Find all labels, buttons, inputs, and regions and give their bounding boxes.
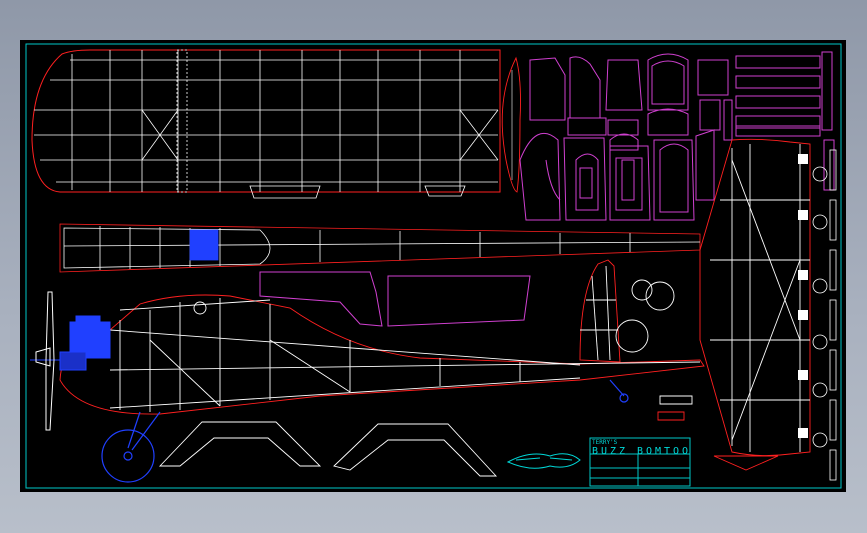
engine-mount-top: [189, 229, 219, 261]
wing-outline: [31, 49, 501, 193]
fuselage-side-view: [59, 294, 705, 415]
stab-hinges: [798, 154, 808, 438]
side-panels: [259, 271, 531, 327]
airfoil-profile: [501, 56, 521, 193]
title-name: BUZZ BOMTOO: [592, 446, 688, 457]
wing-dowel: [193, 301, 207, 315]
engine-assembly: [30, 315, 111, 371]
wing-ribs: [71, 50, 461, 192]
cad-viewport[interactable]: TERRY'S BUZZ BOMTOO: [20, 40, 846, 492]
fuselage-top-view: [59, 223, 701, 273]
wing-plan: [31, 49, 501, 199]
horizontal-stabilizer: [699, 138, 811, 471]
former-parts: [519, 51, 835, 221]
templates: [158, 395, 693, 477]
main-wheel: [101, 429, 155, 483]
logo: [506, 453, 581, 469]
stab-round-parts: [812, 149, 837, 481]
fuselage-outline: [59, 294, 705, 415]
plan-drawing: TERRY'S BUZZ BOMTOO: [25, 43, 842, 489]
title-line1: TERRY'S: [592, 439, 618, 446]
propeller: [35, 291, 55, 431]
wing-center-joint: [176, 49, 188, 193]
vertical-fin: [579, 259, 675, 363]
